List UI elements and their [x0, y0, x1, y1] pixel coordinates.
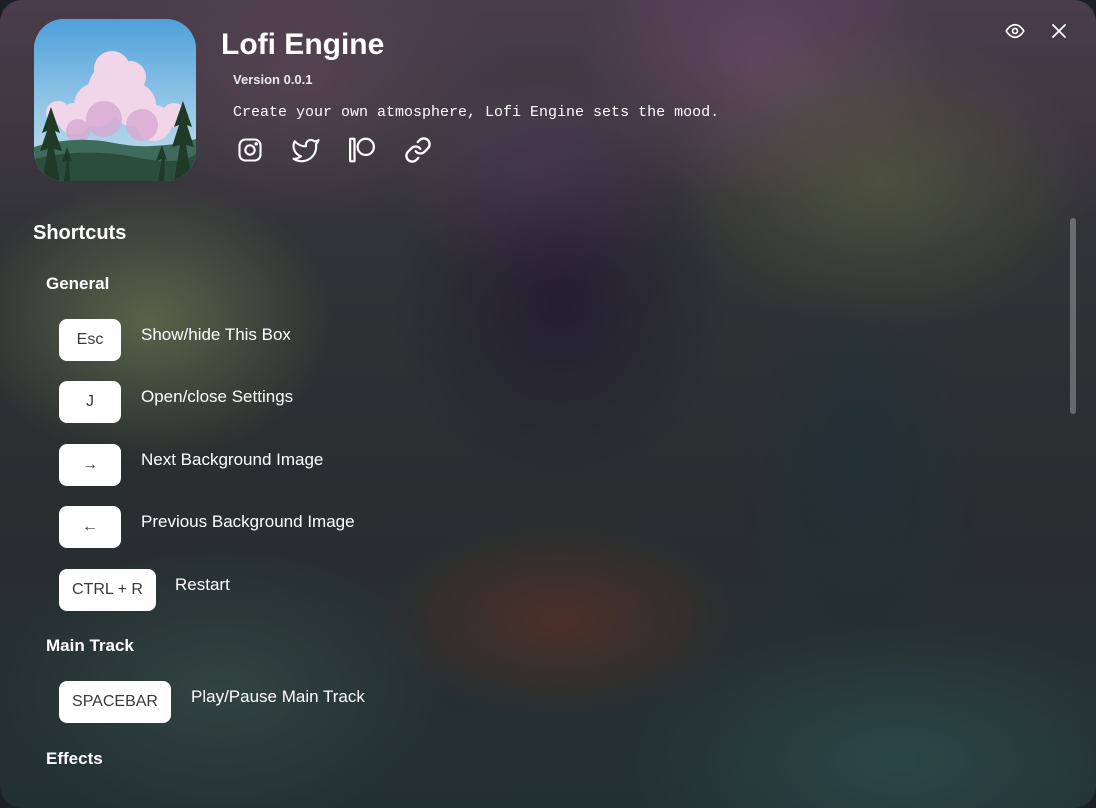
scrollbar-thumb[interactable] [1070, 218, 1076, 414]
group-title-effects: Effects [46, 749, 103, 768]
shortcut-key-ctrl-r: CTRL + R [59, 569, 156, 611]
shortcut-label: Show/hide This Box [141, 325, 291, 344]
app-title: Lofi Engine [221, 28, 385, 61]
shortcuts-title: Shortcuts [33, 222, 127, 244]
app-tagline: Create your own atmosphere, Lofi Engine … [233, 104, 720, 121]
group-title-main-track: Main Track [46, 636, 134, 655]
eye-icon [1005, 23, 1025, 39]
about-modal: Lofi Engine Version 0.0.1 Create your ow… [0, 0, 1096, 808]
instagram-link[interactable] [234, 134, 266, 166]
app-version: Version 0.0.1 [233, 72, 313, 87]
shortcut-label: Play/Pause Main Track [191, 687, 365, 706]
toggle-visibility-button[interactable] [1002, 18, 1028, 44]
twitter-link[interactable] [290, 134, 322, 166]
shortcut-label: Next Background Image [141, 450, 324, 469]
shortcut-label: Previous Background Image [141, 512, 355, 531]
shortcut-label: Open/close Settings [141, 387, 294, 406]
shortcut-key-spacebar: SPACEBAR [59, 681, 171, 723]
shortcut-key-j: J [59, 381, 121, 423]
close-button[interactable] [1046, 18, 1072, 44]
shortcut-label: Restart [175, 575, 230, 594]
app-cover-image [34, 19, 196, 181]
close-icon [1052, 24, 1066, 38]
group-title-general: General [46, 274, 110, 293]
link-icon [405, 137, 431, 163]
patreon-link[interactable] [346, 134, 378, 166]
shortcut-key-left-arrow: ← [59, 506, 121, 548]
shortcut-key-esc: Esc [59, 319, 121, 361]
instagram-icon [238, 138, 262, 162]
shortcut-key-right-arrow: → [59, 444, 121, 486]
twitter-icon [292, 138, 320, 163]
patreon-icon [349, 137, 375, 163]
website-link[interactable] [402, 134, 434, 166]
